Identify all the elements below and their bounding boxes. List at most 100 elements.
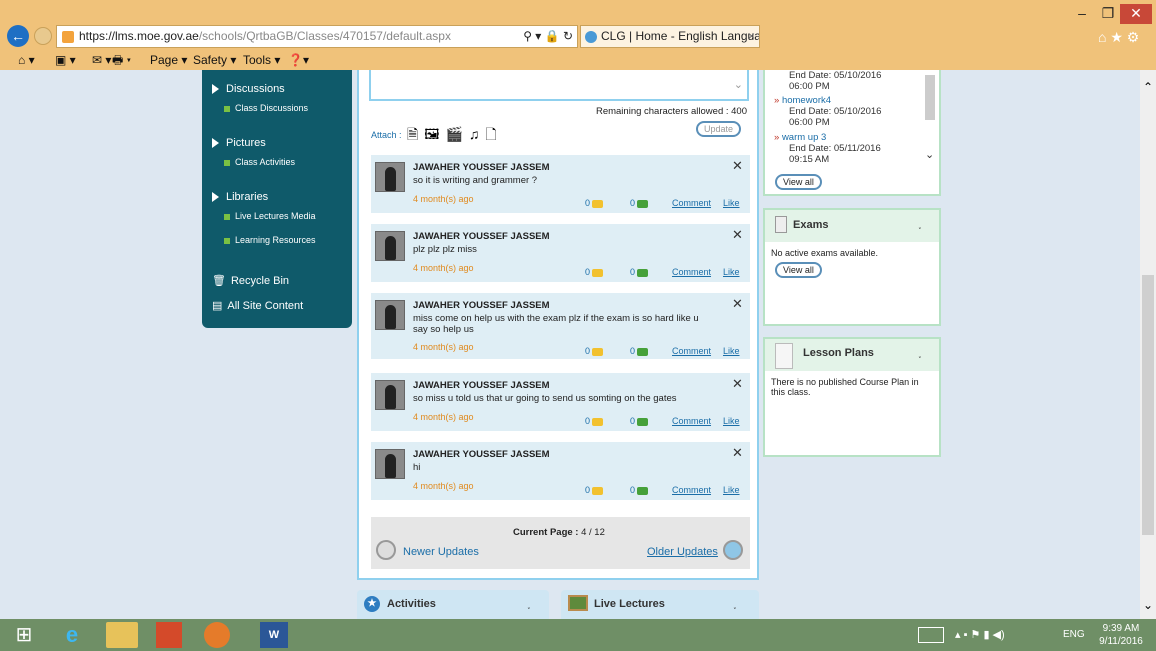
scrollbar-thumb[interactable] (1142, 275, 1154, 535)
clock[interactable]: 9:39 AM 9/11/2016 (1096, 622, 1146, 648)
like-count[interactable]: 0 (630, 267, 649, 277)
back-button[interactable]: ← (7, 25, 29, 47)
media-player-icon[interactable] (204, 622, 230, 648)
older-arrow-icon[interactable] (723, 540, 743, 560)
comment-count[interactable]: 0 (585, 485, 604, 495)
tab-close-icon[interactable]: × (748, 26, 755, 47)
delete-post-icon[interactable]: ✕ (732, 227, 743, 243)
post-author[interactable]: JAWAHER YOUSSEF JASSEM (413, 380, 550, 391)
comment-count[interactable]: 0 (585, 346, 604, 356)
address-bar[interactable]: https://lms.moe.gov.ae/schools/QrtbaGB/C… (56, 25, 578, 48)
like-count[interactable]: 0 (630, 416, 649, 426)
file-explorer-icon[interactable] (106, 622, 138, 648)
like-count[interactable]: 0 (630, 485, 649, 495)
page-menu[interactable]: Page ▾ (150, 50, 187, 70)
post-author[interactable]: JAWAHER YOUSSEF JASSEM (413, 162, 550, 173)
chevron-down-icon[interactable]: ⌄ (925, 148, 934, 161)
live-lectures-panel[interactable]: Live Lectures ˯ (561, 590, 759, 619)
comment-link[interactable]: Comment (672, 267, 711, 277)
older-updates-link[interactable]: Older Updates (647, 546, 718, 558)
attach-label: Attach : (371, 130, 402, 140)
like-count[interactable]: 0 (630, 198, 649, 208)
close-button[interactable]: ✕ (1120, 4, 1152, 24)
word-icon[interactable]: W (260, 622, 288, 648)
nav-class-activities[interactable]: Class Activities (224, 157, 295, 167)
nav-learning-resources[interactable]: Learning Resources (224, 235, 316, 245)
collapse-icon[interactable]: ˯ (733, 598, 737, 610)
nav-recycle-bin[interactable]: 🗑 Recycle Bin (212, 274, 289, 287)
collapse-icon[interactable]: ˯ (918, 218, 922, 230)
like-count[interactable]: 0 (630, 346, 649, 356)
comment-link[interactable]: Comment (672, 485, 711, 495)
maximize-button[interactable]: ❐ (1094, 4, 1122, 24)
triangle-icon (212, 84, 219, 95)
update-textarea[interactable]: ⌄ (369, 70, 749, 101)
nav-pictures[interactable]: Pictures (212, 137, 266, 149)
tray-icons[interactable]: ▴ ▪ ⚑ ▮ ◀) (955, 628, 1005, 641)
post-author[interactable]: JAWAHER YOUSSEF JASSEM (413, 449, 550, 460)
update-button[interactable]: Update (696, 121, 742, 137)
newer-updates-link[interactable]: Newer Updates (403, 546, 479, 558)
feeds-icon[interactable]: ▣ ▾ (55, 50, 76, 70)
assignment-item: End Date: 05/10/2016 06:00 PM (789, 70, 924, 92)
like-link[interactable]: Like (723, 485, 740, 495)
collapse-icon[interactable]: ˯ (918, 347, 922, 359)
like-link[interactable]: Like (723, 416, 740, 426)
speech-bubble-icon (592, 417, 604, 426)
print-icon[interactable]: 🖶 ▾ (112, 50, 131, 70)
attach-icons[interactable]: 🗎🖼🎬♫🗋 (407, 124, 503, 148)
keyboard-icon[interactable] (918, 627, 944, 643)
comment-link[interactable]: Comment (672, 346, 711, 356)
delete-post-icon[interactable]: ✕ (732, 158, 743, 174)
help-icon[interactable]: ❓▾ (288, 50, 309, 70)
exams-box: Exams ˯ No active exams available. View a… (763, 208, 941, 326)
home-star-gear-icons[interactable]: ⌂ ★ ⚙ (1098, 29, 1139, 46)
comment-link[interactable]: Comment (672, 198, 711, 208)
comment-count[interactable]: 0 (585, 416, 604, 426)
delete-post-icon[interactable]: ✕ (732, 445, 743, 461)
count: 0 (585, 485, 591, 495)
tools-menu[interactable]: Tools ▾ (243, 50, 280, 70)
windows-start-icon[interactable]: ⊞ (8, 622, 40, 648)
delete-post-icon[interactable]: ✕ (732, 296, 743, 312)
comment-count[interactable]: 0 (585, 267, 604, 277)
nav-live-lectures-media[interactable]: Live Lectures Media (224, 211, 316, 221)
list-scroll-thumb[interactable] (925, 75, 935, 120)
like-link[interactable]: Like (723, 267, 740, 277)
post-author[interactable]: JAWAHER YOUSSEF JASSEM (413, 300, 550, 311)
trash-icon: 🗑 (212, 275, 226, 287)
scroll-down-icon[interactable]: ⌄ (1143, 598, 1153, 612)
scroll-up-icon[interactable]: ⌃ (1143, 80, 1153, 94)
comment-count[interactable]: 0 (585, 198, 604, 208)
like-link[interactable]: Like (723, 346, 740, 356)
browser-tab[interactable]: CLG | Home - English Langua... × (580, 25, 760, 48)
nav-all-site-content[interactable]: ▤ All Site Content (212, 299, 303, 312)
address-actions[interactable]: ⚲ ▾ 🔒 ↻ (519, 26, 573, 47)
tab-title: CLG | Home - English Langua... (601, 29, 760, 43)
collapse-icon[interactable]: ˯ (527, 598, 531, 610)
language-indicator[interactable]: ENG (1063, 629, 1085, 640)
post-author[interactable]: JAWAHER YOUSSEF JASSEM (413, 231, 550, 242)
delete-post-icon[interactable]: ✕ (732, 376, 743, 392)
view-all-button[interactable]: View all (775, 262, 822, 278)
home-icon[interactable]: ⌂ ▾ (18, 50, 35, 70)
safety-menu[interactable]: Safety ▾ (193, 50, 236, 70)
forward-button[interactable] (34, 27, 52, 45)
activities-panel[interactable]: ★ Activities ˯ (357, 590, 549, 619)
view-all-button[interactable]: View all (775, 174, 822, 190)
nav-libraries[interactable]: Libraries (212, 191, 268, 203)
speech-bubble-icon (592, 199, 604, 208)
mail-icon[interactable]: ✉ ▾ (92, 50, 111, 70)
minimize-button[interactable]: – (1068, 4, 1096, 24)
triangle-icon (212, 138, 219, 149)
internet-explorer-icon[interactable]: e (56, 622, 88, 648)
assignment-link[interactable]: homework4 (782, 95, 831, 106)
assignment-link[interactable]: warm up 3 (782, 132, 826, 143)
lesson-plans-empty-text: There is no published Course Plan in thi… (771, 377, 919, 397)
nav-discussions[interactable]: Discussions (212, 83, 285, 95)
like-link[interactable]: Like (723, 198, 740, 208)
app-icon[interactable] (156, 622, 182, 648)
nav-class-discussions[interactable]: Class Discussions (224, 103, 308, 113)
newer-arrow-icon[interactable] (376, 540, 396, 560)
comment-link[interactable]: Comment (672, 416, 711, 426)
